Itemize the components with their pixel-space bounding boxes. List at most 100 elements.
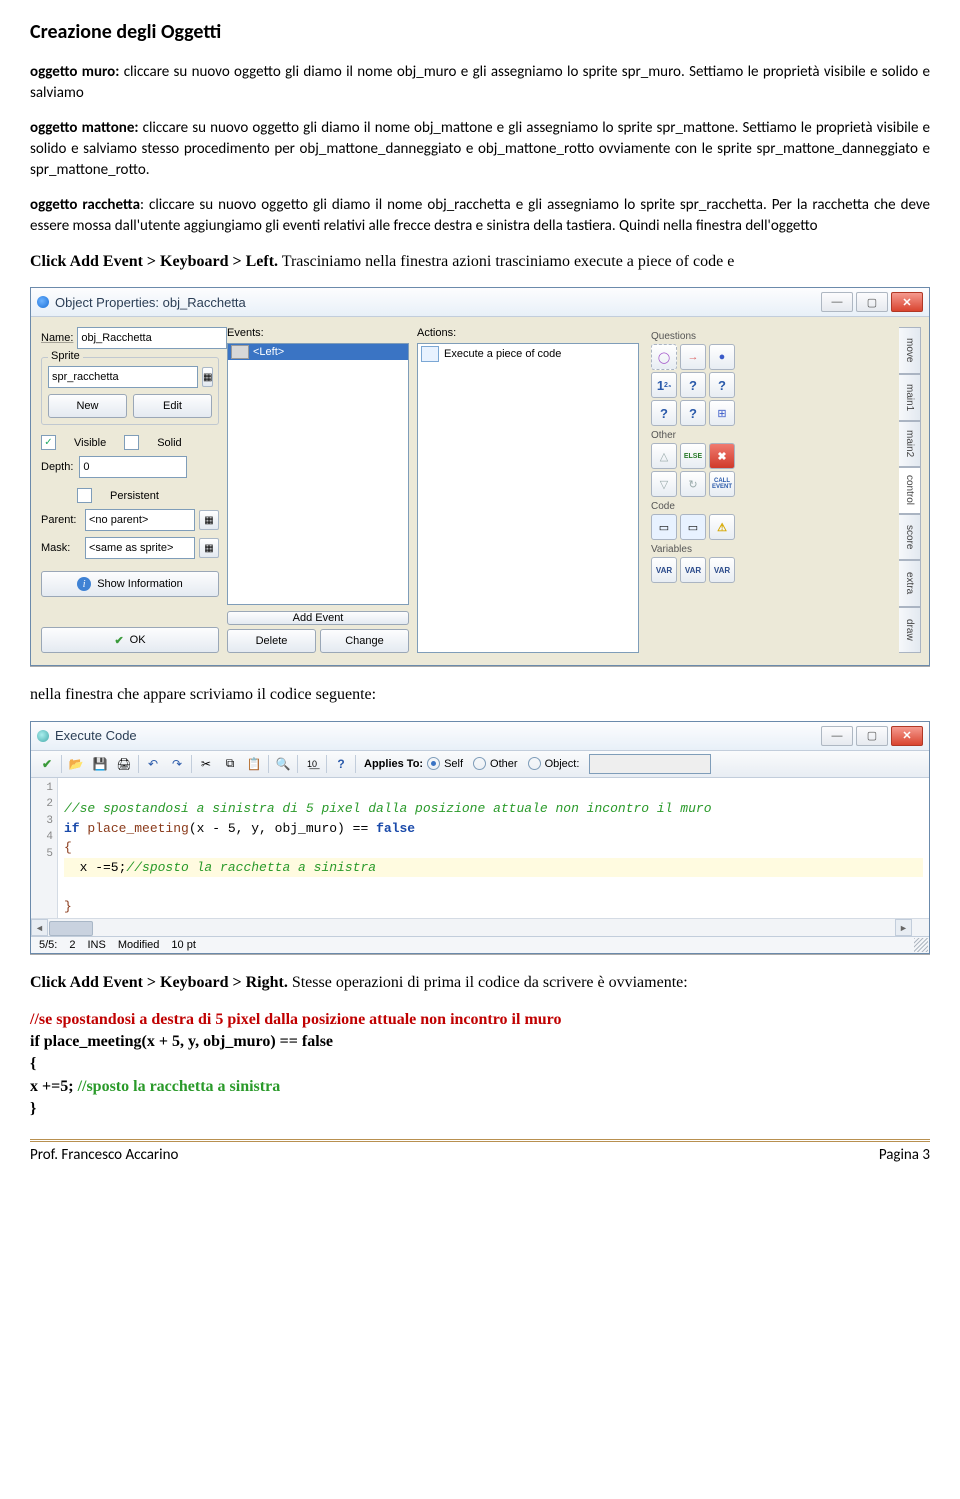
ok-button[interactable]: ✔ OK xyxy=(41,627,219,653)
execute-code-icon[interactable]: ▭ xyxy=(651,514,677,540)
accept-icon[interactable]: ✔ xyxy=(37,754,57,774)
object-label: Object: xyxy=(545,758,580,770)
sprite-input[interactable] xyxy=(48,366,198,388)
print-icon[interactable]: 🖨 xyxy=(114,754,134,774)
save-icon[interactable]: 💾 xyxy=(90,754,110,774)
find-icon[interactable]: 🔍 xyxy=(273,754,293,774)
object-properties-dialog: Object Properties: obj_Racchetta — ▢ ✕ N… xyxy=(30,287,930,666)
heading: Creazione degli Oggetti xyxy=(30,20,930,44)
q-aligned-icon[interactable]: ? xyxy=(680,400,706,426)
parent-select[interactable]: <no parent> xyxy=(85,509,195,531)
q-grid-icon[interactable]: ⊞ xyxy=(709,400,735,426)
call-event-icon[interactable]: CALL EVENT xyxy=(709,471,735,497)
object-select[interactable] xyxy=(589,754,711,774)
close-button[interactable]: ✕ xyxy=(891,292,923,312)
paste-icon[interactable]: 📋 xyxy=(244,754,264,774)
vtab-move[interactable]: move xyxy=(899,327,921,374)
vtab-main1[interactable]: main1 xyxy=(899,374,921,421)
q-collision-icon[interactable]: ◯ xyxy=(651,344,677,370)
h-scrollbar[interactable]: ◄ ► xyxy=(31,918,929,936)
code-minimize-button[interactable]: — xyxy=(821,726,853,746)
redo-icon[interactable]: ↷ xyxy=(167,754,187,774)
footer-page: Pagina 3 xyxy=(879,1146,930,1164)
var-test-icon[interactable]: VAR xyxy=(680,557,706,583)
check-icon: ✔ xyxy=(114,634,123,647)
radio-self[interactable] xyxy=(427,757,440,770)
code-window-title: Execute Code xyxy=(55,728,821,743)
titlebar[interactable]: Object Properties: obj_Racchetta — ▢ ✕ xyxy=(31,288,929,317)
code-close-button[interactable]: ✕ xyxy=(891,726,923,746)
persistent-checkbox[interactable] xyxy=(77,488,92,503)
grp-questions: Questions xyxy=(651,331,895,342)
status-mod: Modified xyxy=(118,939,160,951)
goto-icon[interactable]: 1̲0̲ xyxy=(302,754,322,774)
mask-browse-icon[interactable]: ▦ xyxy=(199,538,219,558)
code-app-icon xyxy=(37,730,49,742)
maximize-button[interactable]: ▢ xyxy=(856,292,888,312)
help-icon[interactable]: ? xyxy=(331,754,351,774)
action-item-code[interactable]: Execute a piece of code xyxy=(418,344,638,364)
edit-sprite-button[interactable]: Edit xyxy=(133,394,212,418)
mid-text: nella finestra che appare scriviamo il c… xyxy=(30,684,930,706)
q-count-icon[interactable]: 12₃ xyxy=(651,372,677,398)
sprite-browse-icon[interactable]: ▦ xyxy=(202,367,213,387)
vtab-main2[interactable]: main2 xyxy=(899,421,921,468)
scroll-right-icon[interactable]: ► xyxy=(895,919,912,936)
solid-checkbox[interactable] xyxy=(124,435,139,450)
q-instance-icon[interactable]: ● xyxy=(709,344,735,370)
var-set-icon[interactable]: VAR xyxy=(651,557,677,583)
code-maximize-button[interactable]: ▢ xyxy=(856,726,888,746)
actions-listbox[interactable]: Execute a piece of code xyxy=(417,343,639,653)
para-racchetta: oggetto racchetta: cliccare su nuovo ogg… xyxy=(30,195,930,237)
change-event-button[interactable]: Change xyxy=(320,629,409,653)
name-input[interactable] xyxy=(77,327,227,349)
actions-header: Actions: xyxy=(417,327,639,339)
add-event-button[interactable]: Add Event xyxy=(227,611,409,625)
q-mouse-icon[interactable]: ? xyxy=(651,400,677,426)
visible-label: Visible xyxy=(74,437,106,449)
q-position-icon[interactable]: → xyxy=(680,344,706,370)
end-block-icon[interactable]: ▽ xyxy=(651,471,677,497)
resize-grip-icon[interactable] xyxy=(914,938,928,952)
repeat-icon[interactable]: ↻ xyxy=(680,471,706,497)
q-chance-icon[interactable]: ? xyxy=(680,372,706,398)
mask-select[interactable]: <same as sprite> xyxy=(85,537,195,559)
vtab-draw[interactable]: draw xyxy=(899,607,921,654)
grp-other: Other xyxy=(651,430,895,441)
vtab-control[interactable]: control xyxy=(899,467,921,514)
code-editor[interactable]: 12345 //se spostandosi a sinistra di 5 p… xyxy=(31,778,929,919)
minimize-button[interactable]: — xyxy=(821,292,853,312)
vtab-extra[interactable]: extra xyxy=(899,560,921,607)
radio-object[interactable] xyxy=(528,757,541,770)
var-draw-icon[interactable]: VAR xyxy=(709,557,735,583)
start-block-icon[interactable]: △ xyxy=(651,443,677,469)
comment-icon[interactable]: ⚠ xyxy=(709,514,735,540)
else-icon[interactable]: ELSE xyxy=(680,443,706,469)
solid-label: Solid xyxy=(157,437,181,449)
delete-event-button[interactable]: Delete xyxy=(227,629,316,653)
vtab-score[interactable]: score xyxy=(899,514,921,561)
undo-icon[interactable]: ↶ xyxy=(143,754,163,774)
cut-icon[interactable]: ✂ xyxy=(196,754,216,774)
para-mattone: oggetto mattone: cliccare su nuovo ogget… xyxy=(30,118,930,181)
events-listbox[interactable]: <Left> xyxy=(227,343,409,605)
visible-checkbox[interactable]: ✓ xyxy=(41,435,56,450)
radio-other[interactable] xyxy=(473,757,486,770)
code-titlebar[interactable]: Execute Code — ▢ ✕ xyxy=(31,722,929,751)
execute-script-icon[interactable]: ▭ xyxy=(680,514,706,540)
scroll-thumb[interactable] xyxy=(49,921,93,936)
action-palette: Questions ◯ → ● 12₃ ? ? ? ? ⊞ xyxy=(647,327,899,653)
q-user-icon[interactable]: ? xyxy=(709,372,735,398)
new-sprite-button[interactable]: New xyxy=(48,394,127,418)
scroll-left-icon[interactable]: ◄ xyxy=(31,919,48,936)
event-item-left[interactable]: <Left> xyxy=(228,344,408,360)
other-label: Other xyxy=(490,758,518,770)
copy-icon[interactable]: ⧉ xyxy=(220,754,240,774)
persistent-label: Persistent xyxy=(110,490,159,502)
parent-browse-icon[interactable]: ▦ xyxy=(199,510,219,530)
show-info-button[interactable]: i Show Information xyxy=(41,571,219,597)
depth-input[interactable] xyxy=(79,456,187,478)
status-col: 2 xyxy=(69,939,75,951)
open-icon[interactable]: 📂 xyxy=(66,754,86,774)
exit-icon[interactable]: ✖ xyxy=(709,443,735,469)
